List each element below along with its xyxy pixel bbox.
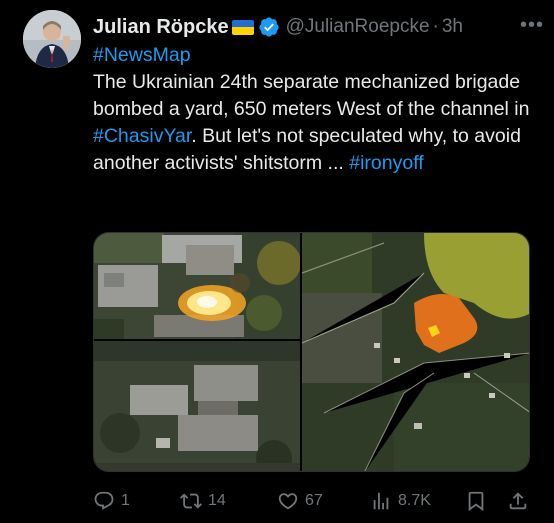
- reply-count: 1: [121, 492, 130, 509]
- tweet-text-part1: The Ukrainian 24th separate mechanized b…: [93, 71, 530, 120]
- tweet[interactable]: Julian Röpcke @JulianRoepcke · 3h ••• #N…: [0, 0, 554, 523]
- like-button[interactable]: 67: [277, 486, 323, 516]
- media-images: [94, 233, 530, 472]
- action-bar: 1 14 67 8.7K: [93, 486, 533, 516]
- views-icon: [373, 492, 389, 510]
- tweet-text: #NewsMap The Ukrainian 24th separate mec…: [93, 42, 533, 177]
- timestamp[interactable]: 3h: [442, 16, 463, 38]
- author-name[interactable]: Julian Röpcke: [93, 16, 229, 39]
- hashtag-newsmap[interactable]: #NewsMap: [93, 44, 191, 66]
- tweet-header: Julian Röpcke @JulianRoepcke · 3h •••: [93, 14, 544, 40]
- share-button[interactable]: [507, 486, 535, 516]
- ukraine-flag-icon: [231, 19, 254, 35]
- views-button[interactable]: 8.7K: [370, 486, 431, 516]
- media-grid[interactable]: [93, 232, 530, 472]
- like-count: 67: [305, 492, 323, 509]
- bookmark-button[interactable]: [465, 486, 493, 516]
- more-icon[interactable]: •••: [520, 14, 544, 37]
- share-icon: [509, 492, 527, 510]
- heart-icon: [278, 493, 298, 510]
- map-image[interactable]: [301, 233, 530, 472]
- hashtag-chasivyar[interactable]: #ChasivYar: [93, 125, 191, 147]
- bookmark-icon: [468, 491, 484, 512]
- hashtag-ironyoff[interactable]: #ironyoff: [349, 152, 423, 174]
- reply-button[interactable]: 1: [93, 486, 130, 516]
- reply-icon: [94, 491, 114, 510]
- separator-dot: ·: [432, 16, 439, 37]
- repost-icon: [180, 493, 202, 509]
- strike-photo[interactable]: [94, 233, 301, 339]
- before-photo[interactable]: [94, 341, 300, 472]
- author-handle[interactable]: @JulianRoepcke: [286, 16, 430, 38]
- repost-count: 14: [208, 492, 226, 509]
- repost-button[interactable]: 14: [180, 486, 226, 516]
- views-count: 8.7K: [398, 492, 431, 509]
- avatar[interactable]: [23, 10, 81, 68]
- verified-badge-icon: [258, 16, 280, 38]
